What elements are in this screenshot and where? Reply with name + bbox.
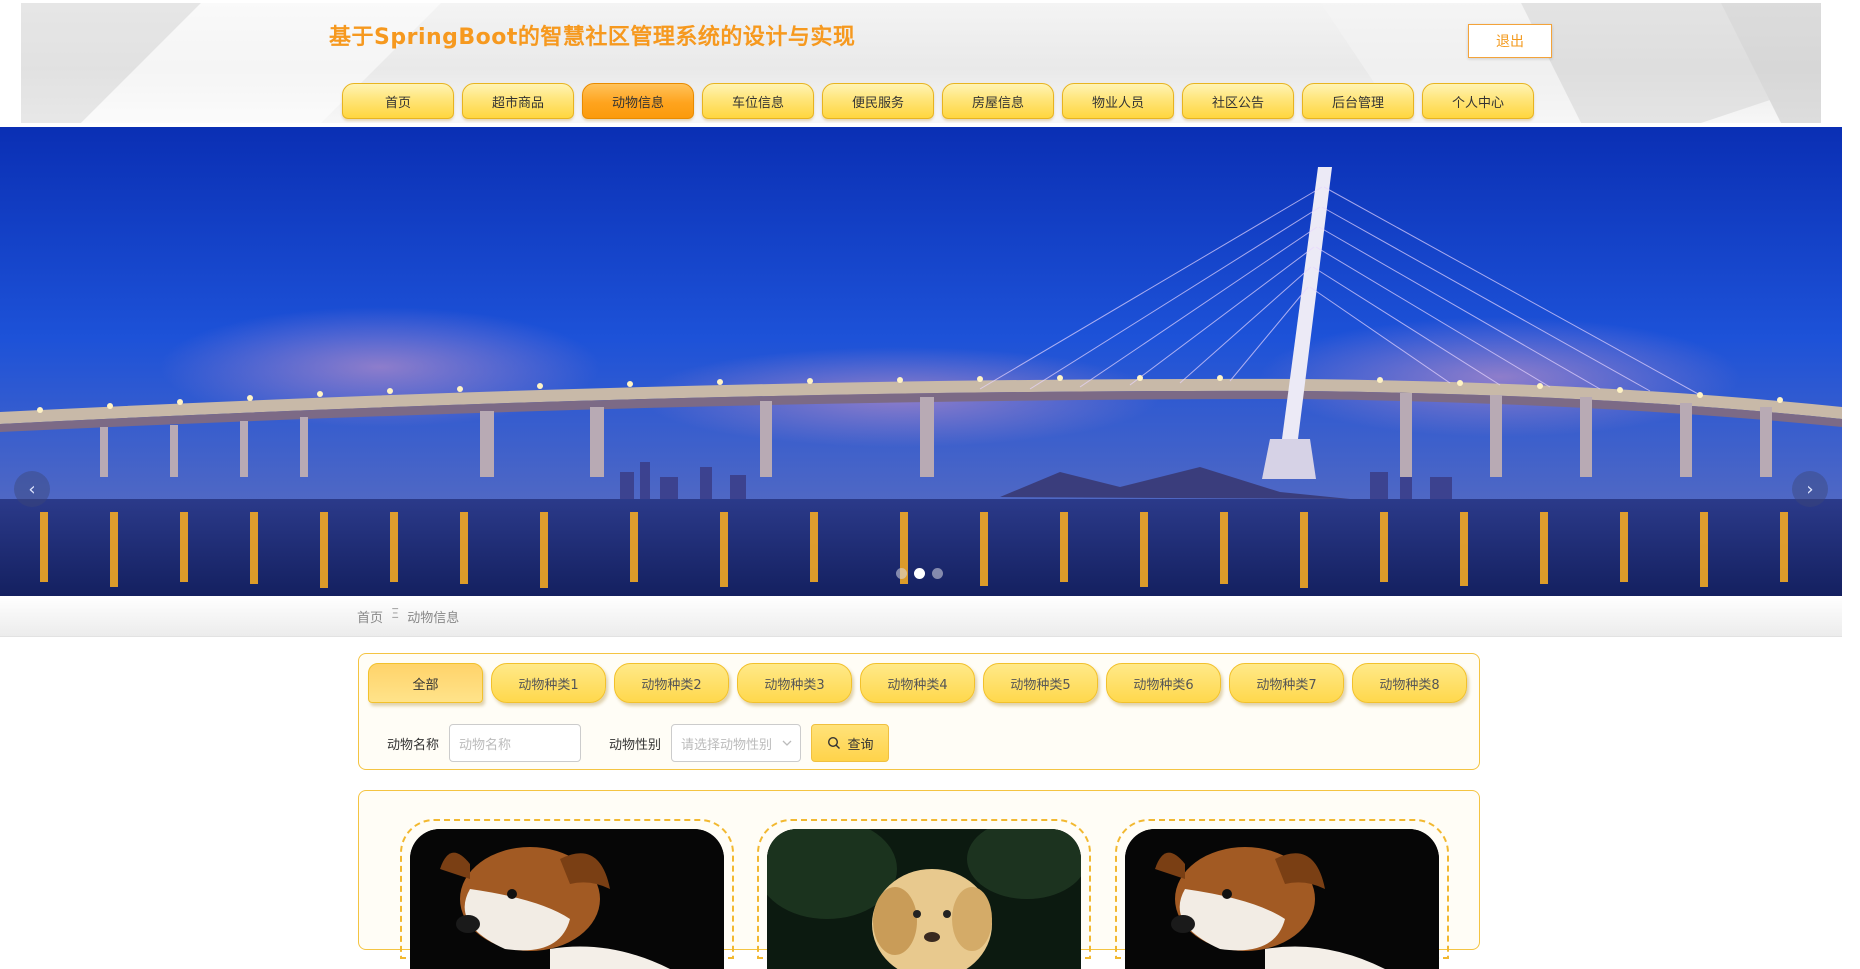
category-tab-4[interactable]: 动物种类4 [860,663,975,703]
animal-photo [1125,829,1439,969]
logout-button[interactable]: 退出 [1468,24,1552,58]
carousel-prev-button[interactable]: ‹ [14,471,50,507]
category-tab-6[interactable]: 动物种类6 [1106,663,1221,703]
category-tab-2[interactable]: 动物种类2 [614,663,729,703]
site-title: 基于SpringBoot的智慧社区管理系统的设计与实现 [329,25,856,50]
nav-item-parking[interactable]: 车位信息 [702,83,814,119]
animal-list-panel [358,790,1480,969]
category-tab-1[interactable]: 动物种类1 [491,663,606,703]
bridge-night-image [0,127,1842,596]
carousel-dot-3[interactable] [932,568,943,579]
dog-image [410,829,724,969]
breadcrumb-home[interactable]: 首页 [357,607,383,626]
hero-carousel: ‹ › [0,127,1842,596]
breadcrumb-separator-icon: Ξ [391,607,400,622]
nav-item-home[interactable]: 首页 [342,83,454,119]
carousel-dot-1[interactable] [896,568,907,579]
dog-image [767,829,1081,969]
animal-photo [767,829,1081,969]
filter-panel: 全部 动物种类1 动物种类2 动物种类3 动物种类4 动物种类5 动物种类6 动… [358,653,1480,770]
nav-item-announcements[interactable]: 社区公告 [1182,83,1294,119]
breadcrumb-current: 动物信息 [407,611,460,626]
dog-image [1125,829,1439,969]
animal-name-placeholder: 动物名称 [459,737,512,753]
nav-item-animals[interactable]: 动物信息 [582,83,694,119]
animal-gender-placeholder: 请选择动物性别 [681,737,773,753]
animal-photo [410,829,724,969]
nav-item-profile[interactable]: 个人中心 [1422,83,1534,119]
breadcrumb-bar: 首页 Ξ 动物信息 [0,596,1842,637]
nav-item-services[interactable]: 便民服务 [822,83,934,119]
animal-gender-select[interactable]: 请选择动物性别 [671,724,802,762]
chevron-left-icon: ‹ [28,478,36,500]
nav-item-supermarket[interactable]: 超市商品 [462,83,574,119]
query-button-label: 查询 [847,737,874,753]
carousel-next-button[interactable]: › [1792,471,1828,507]
category-tabs: 全部 动物种类1 动物种类2 动物种类3 动物种类4 动物种类5 动物种类6 动… [368,663,1475,703]
animal-name-input[interactable]: 动物名称 [449,724,582,762]
category-tab-7[interactable]: 动物种类7 [1229,663,1344,703]
animal-card[interactable] [400,819,734,969]
category-tab-3[interactable]: 动物种类3 [737,663,852,703]
nav-item-admin[interactable]: 后台管理 [1302,83,1414,119]
main-nav: 首页 超市商品 动物信息 车位信息 便民服务 房屋信息 物业人员 社区公告 后台… [342,83,1542,121]
animal-card[interactable] [757,819,1091,969]
category-tab-5[interactable]: 动物种类5 [983,663,1098,703]
query-button[interactable]: 查询 [811,724,890,762]
breadcrumb: 首页 Ξ 动物信息 [357,607,459,626]
chevron-down-icon [782,740,792,746]
search-row: 动物名称 动物名称 动物性别 请选择动物性别 查询 [387,724,890,762]
animal-name-label: 动物名称 [387,737,440,753]
animal-gender-label: 动物性别 [609,737,662,753]
search-icon [827,736,840,749]
category-tab-all[interactable]: 全部 [368,663,483,703]
category-tab-8[interactable]: 动物种类8 [1352,663,1467,703]
carousel-dot-2[interactable] [914,568,925,579]
animal-card[interactable] [1115,819,1449,969]
site-header: 基于SpringBoot的智慧社区管理系统的设计与实现 退出 首页 超市商品 动… [21,3,1821,123]
carousel-indicators [896,568,950,579]
chevron-right-icon: › [1806,478,1814,500]
nav-item-property-staff[interactable]: 物业人员 [1062,83,1174,119]
nav-item-housing[interactable]: 房屋信息 [942,83,1054,119]
